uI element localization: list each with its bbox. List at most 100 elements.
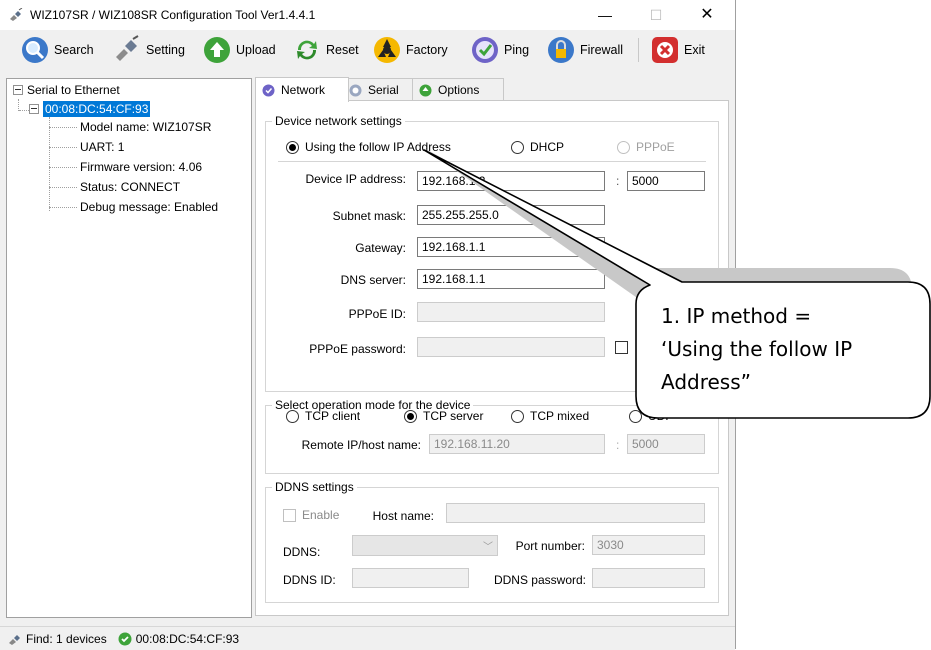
divider — [278, 161, 706, 162]
device-tree: Serial to Ethernet 00:08:DC:54:CF:93 Mod… — [6, 78, 252, 618]
ddns-provider-label: DDNS: — [283, 545, 321, 559]
ddns-password-label: DDNS password: — [493, 573, 586, 587]
firewall-button[interactable]: Firewall — [546, 33, 623, 67]
close-window-button[interactable]: ✕ — [687, 4, 727, 26]
udp-label: UDP — [648, 409, 674, 423]
plug-status-icon — [9, 634, 20, 645]
tree-device-node[interactable]: 00:08:DC:54:CF:93 — [29, 101, 151, 117]
toolbar-separator — [638, 38, 639, 62]
tree-item-model[interactable]: Model name: WIZ107SR — [80, 120, 211, 134]
tree-connector — [49, 167, 77, 168]
radio-tcp-mixed[interactable]: TCP mixed — [511, 409, 589, 423]
ddns-port-input[interactable] — [592, 535, 705, 555]
tree-expander[interactable] — [13, 85, 23, 95]
reset-label: Reset — [326, 43, 359, 57]
setting-button[interactable]: Setting — [112, 33, 185, 67]
port-colon: : — [616, 174, 620, 188]
tcp-mixed-label: TCP mixed — [530, 409, 590, 423]
port-number-label: Port number: — [515, 539, 585, 553]
checkbox-box — [615, 341, 628, 354]
host-name-input[interactable] — [446, 503, 705, 523]
app-plug-icon — [10, 8, 23, 21]
tree-connector — [49, 207, 77, 208]
tree-connector — [49, 117, 50, 211]
remote-ip-label: Remote IP/host name: — [301, 438, 421, 452]
dns-input[interactable] — [417, 269, 605, 289]
tcp-client-label: TCP client — [305, 409, 361, 423]
host-name-label: Host name: — [372, 509, 434, 523]
tree-connector — [49, 127, 77, 128]
network-tab-page: Device network settings Using the follow… — [255, 100, 729, 616]
remote-port-input[interactable] — [627, 434, 705, 454]
radio-tcp-server[interactable]: TCP server — [404, 409, 483, 423]
radio-indicator — [629, 409, 642, 423]
ddns-enable-checkbox[interactable]: Enable — [283, 508, 339, 522]
radio-pppoe[interactable]: PPPoE — [617, 140, 675, 154]
pppoe-id-input[interactable] — [417, 302, 605, 322]
tab-serial-label: Serial — [368, 83, 399, 97]
radio-indicator — [617, 140, 630, 154]
tab-options[interactable]: Options — [412, 78, 504, 101]
ddns-id-label: DDNS ID: — [283, 573, 336, 587]
tree-item-uart[interactable]: UART: 1 — [80, 140, 124, 154]
maximize-button[interactable]: ☐ — [636, 4, 676, 26]
remote-ip-input[interactable] — [429, 434, 605, 454]
tree-item-firmware[interactable]: Firmware version: 4.06 — [80, 160, 202, 174]
device-port-input[interactable] — [627, 171, 705, 191]
radio-dhcp[interactable]: DHCP — [511, 140, 564, 154]
ddns-provider-select[interactable]: ﹀ — [352, 535, 498, 556]
radio-indicator — [511, 409, 524, 423]
device-mac-selected[interactable]: 00:08:DC:54:CF:93 — [43, 101, 151, 117]
checkbox-box — [283, 508, 296, 522]
show-password-checkbox[interactable] — [615, 341, 634, 354]
exit-icon — [652, 37, 678, 63]
tree-connector — [49, 147, 77, 148]
ddns-password-input[interactable] — [592, 568, 705, 588]
gateway-label: Gateway: — [355, 241, 406, 255]
exit-button[interactable]: Exit — [650, 33, 705, 67]
factory-button[interactable]: Factory — [372, 33, 448, 67]
dns-label: DNS server: — [340, 273, 406, 287]
device-expander[interactable] — [29, 104, 39, 114]
tab-options-label: Options — [438, 83, 480, 97]
search-button[interactable]: Search — [20, 33, 94, 67]
radio-tcp-client[interactable]: TCP client — [286, 409, 360, 423]
radio-indicator — [511, 140, 524, 154]
status-bar: Find: 1 devices 00:08:DC:54:CF:93 — [0, 626, 735, 650]
tree-connector — [49, 187, 77, 188]
radio-static-ip[interactable]: Using the follow IP Address — [286, 140, 451, 154]
pppoe-label: PPPoE — [636, 140, 675, 154]
ping-button[interactable]: Ping — [470, 33, 529, 67]
tree-item-debug[interactable]: Debug message: Enabled — [80, 200, 218, 214]
exit-label: Exit — [684, 43, 705, 57]
tab-network[interactable]: Network — [255, 77, 349, 102]
search-label: Search — [54, 43, 94, 57]
pppoe-password-label: PPPoE password: — [309, 342, 406, 356]
tree-root[interactable]: Serial to Ethernet — [13, 83, 120, 97]
reset-button[interactable]: Reset — [292, 33, 359, 67]
radio-indicator — [404, 409, 417, 423]
tree-item-status[interactable]: Status: CONNECT — [80, 180, 180, 194]
setting-label: Setting — [146, 43, 185, 57]
upload-icon — [204, 37, 230, 63]
device-ip-input[interactable] — [417, 171, 605, 191]
dhcp-label: DHCP — [530, 140, 565, 154]
minimize-button[interactable]: — — [585, 4, 625, 26]
gateway-input[interactable] — [417, 237, 605, 257]
tab-network-label: Network — [281, 83, 326, 97]
ddns-title: DDNS settings — [275, 480, 354, 494]
upload-button[interactable]: Upload — [202, 33, 276, 67]
check-status-icon — [118, 632, 132, 645]
tree-root-label: Serial to Ethernet — [27, 83, 120, 97]
factory-label: Factory — [406, 43, 448, 57]
subnet-input[interactable] — [417, 205, 605, 225]
pppoe-password-input[interactable] — [417, 337, 605, 357]
ddns-id-input[interactable] — [352, 568, 469, 588]
settings-panel: Network Serial Options Device network se… — [255, 77, 729, 616]
serial-tab-icon — [349, 84, 362, 96]
status-device-mac: 00:08:DC:54:CF:93 — [135, 631, 240, 646]
pppoe-id-label: PPPoE ID: — [348, 307, 406, 321]
search-icon — [22, 37, 48, 63]
radio-udp[interactable]: UDP — [629, 409, 673, 423]
reset-icon — [297, 40, 317, 60]
